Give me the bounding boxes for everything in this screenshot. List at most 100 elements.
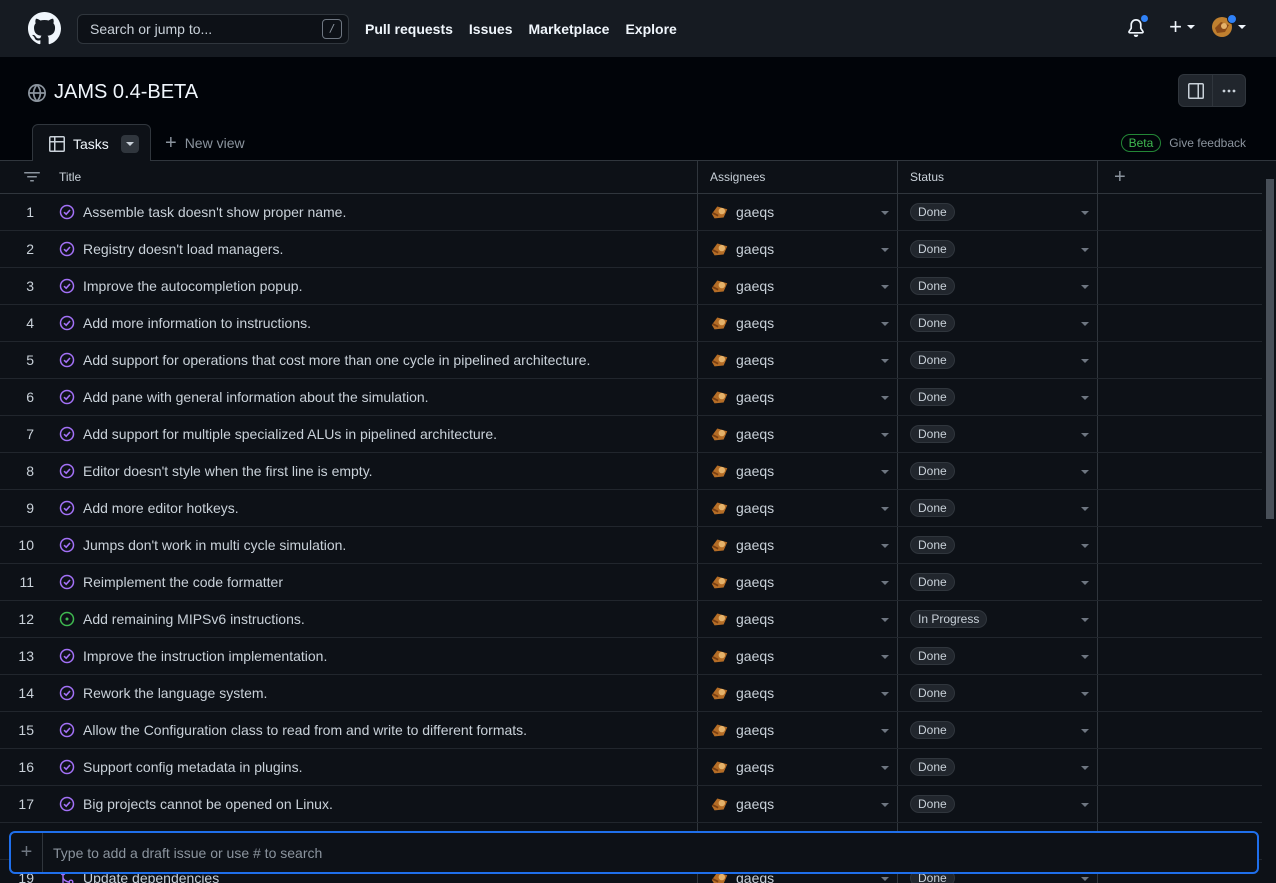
assignees-cell[interactable]: gaeqs — [698, 342, 898, 378]
title-cell[interactable]: Reimplement the code formatter — [50, 564, 698, 600]
status-cell[interactable]: Done — [898, 638, 1098, 674]
status-cell[interactable]: Done — [898, 527, 1098, 563]
assignees-cell[interactable]: gaeqs — [698, 231, 898, 267]
status-cell[interactable]: Done — [898, 786, 1098, 822]
issue-title-link[interactable]: Improve the instruction implementation. — [83, 648, 327, 664]
assignees-cell[interactable]: gaeqs — [698, 749, 898, 785]
title-cell[interactable]: Assemble task doesn't show proper name. — [50, 194, 698, 230]
triangle-down-icon[interactable] — [1081, 248, 1089, 252]
assignees-cell[interactable]: gaeqs — [698, 527, 898, 563]
triangle-down-icon[interactable] — [881, 544, 889, 548]
assignees-cell[interactable]: gaeqs — [698, 194, 898, 230]
triangle-down-icon[interactable] — [1081, 507, 1089, 511]
triangle-down-icon[interactable] — [881, 877, 889, 881]
assignees-cell[interactable]: gaeqs — [698, 675, 898, 711]
title-cell[interactable]: Rework the language system. — [50, 675, 698, 711]
issue-title-link[interactable]: Add support for multiple specialized ALU… — [83, 426, 497, 442]
issue-title-link[interactable]: Add remaining MIPSv6 instructions. — [83, 611, 305, 627]
column-header-title[interactable]: Title — [50, 161, 698, 193]
triangle-down-icon[interactable] — [1081, 655, 1089, 659]
issue-title-link[interactable]: Add pane with general information about … — [83, 389, 429, 405]
tab-options-button[interactable] — [120, 134, 139, 153]
status-cell[interactable]: Done — [898, 675, 1098, 711]
scrollbar[interactable] — [1262, 161, 1276, 883]
table-row[interactable]: 15 Allow the Configuration class to read … — [0, 712, 1262, 749]
issue-title-link[interactable]: Registry doesn't load managers. — [83, 241, 283, 257]
title-cell[interactable]: Support config metadata in plugins. — [50, 749, 698, 785]
issue-title-link[interactable]: Jumps don't work in multi cycle simulati… — [83, 537, 346, 553]
table-row[interactable]: 8 Editor doesn't style when the first lin… — [0, 453, 1262, 490]
issue-title-link[interactable]: Add more information to instructions. — [83, 315, 311, 331]
triangle-down-icon[interactable] — [881, 396, 889, 400]
triangle-down-icon[interactable] — [1081, 359, 1089, 363]
triangle-down-icon[interactable] — [881, 470, 889, 474]
triangle-down-icon[interactable] — [1081, 285, 1089, 289]
status-cell[interactable]: Done — [898, 416, 1098, 452]
status-cell[interactable]: Done — [898, 194, 1098, 230]
assignees-cell[interactable]: gaeqs — [698, 712, 898, 748]
status-cell[interactable]: Done — [898, 490, 1098, 526]
issue-title-link[interactable]: Assemble task doesn't show proper name. — [83, 204, 346, 220]
triangle-down-icon[interactable] — [1081, 322, 1089, 326]
table-row[interactable]: 2 Registry doesn't load managers. gaeqs Don… — [0, 231, 1262, 268]
issue-title-link[interactable]: Rework the language system. — [83, 685, 267, 701]
issue-title-link[interactable]: Add support for operations that cost mor… — [83, 352, 590, 368]
triangle-down-icon[interactable] — [881, 507, 889, 511]
triangle-down-icon[interactable] — [881, 322, 889, 326]
issue-title-link[interactable]: Reimplement the code formatter — [83, 574, 283, 590]
status-cell[interactable]: Done — [898, 268, 1098, 304]
issue-title-link[interactable]: Editor doesn't style when the first line… — [83, 463, 373, 479]
triangle-down-icon[interactable] — [881, 766, 889, 770]
status-cell[interactable]: In Progress — [898, 601, 1098, 637]
triangle-down-icon[interactable] — [881, 581, 889, 585]
nav-link-issues[interactable]: Issues — [469, 21, 513, 37]
triangle-down-icon[interactable] — [881, 285, 889, 289]
triangle-down-icon[interactable] — [881, 729, 889, 733]
title-cell[interactable]: Allow the Configuration class to read fr… — [50, 712, 698, 748]
user-menu-button[interactable] — [1211, 14, 1246, 38]
assignees-cell[interactable]: gaeqs — [698, 564, 898, 600]
draft-issue-input[interactable]: + Type to add a draft issue or use # to … — [9, 831, 1259, 874]
scrollbar-thumb[interactable] — [1266, 179, 1274, 519]
triangle-down-icon[interactable] — [1081, 729, 1089, 733]
triangle-down-icon[interactable] — [1081, 470, 1089, 474]
issue-title-link[interactable]: Add more editor hotkeys. — [83, 500, 239, 516]
status-cell[interactable]: Done — [898, 712, 1098, 748]
assignees-cell[interactable]: gaeqs — [698, 786, 898, 822]
new-view-button[interactable]: + New view — [165, 133, 245, 153]
add-column-button[interactable]: + — [1098, 161, 1262, 193]
triangle-down-icon[interactable] — [881, 248, 889, 252]
table-row[interactable]: 7 Add support for multiple specialized AL… — [0, 416, 1262, 453]
side-panel-toggle-button[interactable] — [1179, 75, 1212, 106]
issue-title-link[interactable]: Allow the Configuration class to read fr… — [83, 722, 527, 738]
table-row[interactable]: 6 Add pane with general information about… — [0, 379, 1262, 416]
triangle-down-icon[interactable] — [881, 211, 889, 215]
nav-link-marketplace[interactable]: Marketplace — [529, 21, 610, 37]
title-cell[interactable]: Add more editor hotkeys. — [50, 490, 698, 526]
triangle-down-icon[interactable] — [1081, 544, 1089, 548]
status-cell[interactable]: Done — [898, 379, 1098, 415]
table-row[interactable]: 13 Improve the instruction implementation… — [0, 638, 1262, 675]
status-cell[interactable]: Done — [898, 564, 1098, 600]
title-cell[interactable]: Add support for operations that cost mor… — [50, 342, 698, 378]
issue-title-link[interactable]: Improve the autocompletion popup. — [83, 278, 302, 294]
assignees-cell[interactable]: gaeqs — [698, 416, 898, 452]
triangle-down-icon[interactable] — [1081, 396, 1089, 400]
assignees-cell[interactable]: gaeqs — [698, 379, 898, 415]
table-row[interactable]: 16 Support config metadata in plugins. gae… — [0, 749, 1262, 786]
title-cell[interactable]: Improve the autocompletion popup. — [50, 268, 698, 304]
status-cell[interactable]: Done — [898, 231, 1098, 267]
triangle-down-icon[interactable] — [881, 359, 889, 363]
nav-link-pull-requests[interactable]: Pull requests — [365, 21, 453, 37]
title-cell[interactable]: Improve the instruction implementation. — [50, 638, 698, 674]
triangle-down-icon[interactable] — [1081, 618, 1089, 622]
triangle-down-icon[interactable] — [1081, 692, 1089, 696]
table-row[interactable]: 10 Jumps don't work in multi cycle simula… — [0, 527, 1262, 564]
assignees-cell[interactable]: gaeqs — [698, 453, 898, 489]
more-options-button[interactable] — [1212, 75, 1245, 106]
table-row[interactable]: 4 Add more information to instructions. ga… — [0, 305, 1262, 342]
table-row[interactable]: 5 Add support for operations that cost mo… — [0, 342, 1262, 379]
title-cell[interactable]: Big projects cannot be opened on Linux. — [50, 786, 698, 822]
table-row[interactable]: 17 Big projects cannot be opened on Linux… — [0, 786, 1262, 823]
table-row[interactable]: 14 Rework the language system. gaeqs Done — [0, 675, 1262, 712]
